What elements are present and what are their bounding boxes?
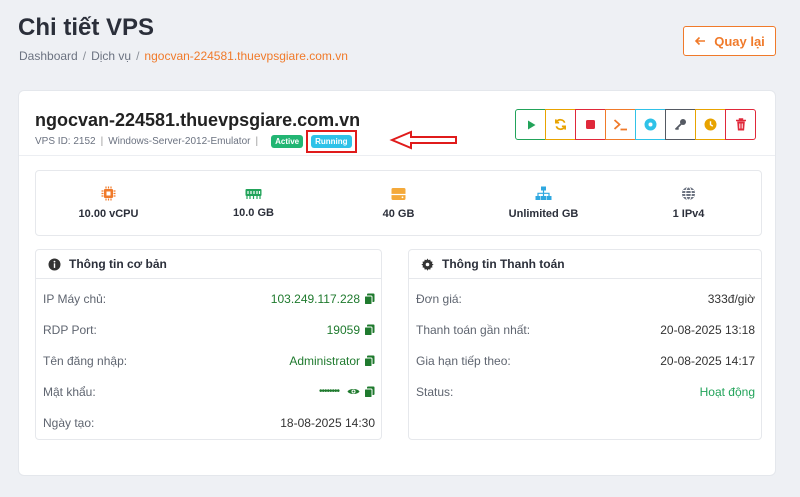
created-row: Ngày tạo: 18-08-2025 14:30 <box>36 407 381 438</box>
rdp-row: RDP Port: 19059 <box>36 314 381 345</box>
spec-disk: 40 GB <box>326 171 471 235</box>
spec-ip-value: 1 IPv4 <box>672 208 705 220</box>
next-renewal-label: Gia hạn tiếp theo: <box>416 353 511 368</box>
last-payment-label: Thanh toán gần nhất: <box>416 322 531 337</box>
billing-info-header: Thông tin Thanh toán <box>409 250 761 279</box>
password-value: •••••••• <box>318 386 340 397</box>
price-row: Đơn giá: 333đ/giờ <box>409 283 761 314</box>
rdp-value: 19059 <box>326 322 360 337</box>
spec-cpu: 10.00 vCPU <box>36 171 181 235</box>
rdp-label: RDP Port: <box>43 322 97 337</box>
running-highlight-box: Running <box>306 130 357 153</box>
next-renewal-row: Gia hạn tiếp theo: 20-08-2025 14:17 <box>409 345 761 376</box>
vps-os: Windows-Server-2012-Emulator <box>108 136 251 147</box>
created-label: Ngày tạo: <box>43 415 95 430</box>
breadcrumb-separator: / <box>82 49 87 63</box>
globe-icon <box>682 186 695 201</box>
breadcrumb-separator: / <box>136 49 140 63</box>
info-icon <box>48 258 61 270</box>
vps-hostname: ngocvan-224581.thuevpsgiare.com.vn <box>35 110 361 130</box>
last-payment-row: Thanh toán gần nhất: 20-08-2025 13:18 <box>409 314 761 345</box>
start-button[interactable] <box>515 109 546 140</box>
annotation-arrow-icon <box>389 130 457 150</box>
divider <box>19 155 775 156</box>
next-renewal-value: 20-08-2025 14:17 <box>660 353 755 368</box>
created-value: 18-08-2025 14:30 <box>280 415 375 430</box>
status-badge: Active <box>271 135 304 148</box>
ip-value: 103.249.117.228 <box>270 291 360 306</box>
console-button[interactable] <box>605 109 636 140</box>
username-label: Tên đăng nhập: <box>43 353 128 368</box>
copy-rdp-icon[interactable] <box>364 324 375 336</box>
spec-ram-value: 10.0 GB <box>233 206 274 219</box>
stop-icon <box>586 120 595 129</box>
ip-row: IP Máy chủ: 103.249.117.228 <box>36 283 381 314</box>
key-icon <box>674 119 686 131</box>
basic-info-header: Thông tin cơ bản <box>36 250 381 279</box>
restart-button[interactable] <box>545 109 576 140</box>
clock-icon <box>704 118 717 131</box>
rdp-value-group: 19059 <box>327 323 375 337</box>
meta-separator: | <box>100 136 104 147</box>
spec-ip: 1 IPv4 <box>616 171 761 235</box>
username-row: Tên đăng nhập: Administrator <box>36 345 381 376</box>
back-button-label: Quay lại <box>714 33 765 49</box>
stop-button[interactable] <box>575 109 606 140</box>
copy-password-icon[interactable] <box>364 386 375 398</box>
billing-info-title: Thông tin Thanh toán <box>442 257 565 271</box>
billing-info-panel: Thông tin Thanh toán Đơn giá: 333đ/giờ T… <box>408 249 762 440</box>
renew-button[interactable] <box>695 109 726 140</box>
play-icon <box>527 120 535 129</box>
action-toolbar <box>515 109 756 140</box>
back-button[interactable]: Quay lại <box>683 26 776 56</box>
page-title: Chi tiết VPS <box>18 14 155 41</box>
copy-username-icon[interactable] <box>364 355 375 367</box>
password-button[interactable] <box>665 109 696 140</box>
reinstall-button[interactable] <box>635 109 666 140</box>
copy-ip-icon[interactable] <box>364 293 375 305</box>
specs-bar: 10.00 vCPU 10.0 GB 40 GB Unlimited GB 1 … <box>35 170 762 236</box>
terminal-icon <box>613 119 627 131</box>
refresh-icon <box>555 118 566 131</box>
memory-icon <box>245 188 262 199</box>
ip-value-group: 103.249.117.228 <box>271 292 375 306</box>
vps-detail-card: ngocvan-224581.thuevpsgiare.com.vn VPS I… <box>18 90 776 476</box>
username-value: Administrator <box>289 353 360 368</box>
status-row: Status: Hoạt động <box>409 376 761 407</box>
power-state-badge: Running <box>311 135 352 148</box>
breadcrumb-services[interactable]: Dịch vụ <box>91 49 131 63</box>
ip-label: IP Máy chủ: <box>43 291 107 306</box>
password-row: Mật khẩu: •••••••• <box>36 376 381 407</box>
spec-cpu-value: 10.00 vCPU <box>78 208 139 220</box>
breadcrumb-dashboard[interactable]: Dashboard <box>19 49 78 63</box>
spec-ram: 10.0 GB <box>181 171 326 235</box>
username-value-group: Administrator <box>289 354 375 368</box>
status-label: Status: <box>416 384 454 399</box>
gear-icon <box>421 258 434 271</box>
price-label: Đơn giá: <box>416 291 462 306</box>
breadcrumb-current: ngocvan-224581.thuevpsgiare.com.vn <box>144 49 348 63</box>
trash-icon <box>735 118 746 131</box>
show-password-eye-icon[interactable] <box>347 387 360 396</box>
basic-info-panel: Thông tin cơ bản IP Máy chủ: 103.249.117… <box>35 249 382 440</box>
breadcrumb: Dashboard / Dịch vụ / ngocvan-224581.thuevps… <box>19 49 348 63</box>
last-payment-value: 20-08-2025 13:18 <box>660 322 755 337</box>
meta-separator: | <box>255 136 259 147</box>
status-value: Hoạt động <box>699 384 755 399</box>
disc-icon <box>644 118 657 131</box>
hard-drive-icon <box>391 187 406 200</box>
cpu-icon <box>101 186 116 201</box>
spec-bandwidth-value: Unlimited GB <box>508 208 579 220</box>
delete-button[interactable] <box>725 109 756 140</box>
basic-info-title: Thông tin cơ bản <box>69 257 167 271</box>
password-label: Mật khẩu: <box>43 384 96 399</box>
vps-id: VPS ID: 2152 <box>35 136 96 147</box>
spec-disk-value: 40 GB <box>382 207 415 220</box>
arrow-left-icon <box>695 36 706 46</box>
vps-meta: VPS ID: 2152 | Windows-Server-2012-Emula… <box>35 130 357 153</box>
price-value: 333đ/giờ <box>707 291 755 306</box>
spec-bandwidth: Unlimited GB <box>471 171 616 235</box>
network-icon <box>535 186 552 200</box>
password-value-group: •••••••• <box>319 386 375 398</box>
